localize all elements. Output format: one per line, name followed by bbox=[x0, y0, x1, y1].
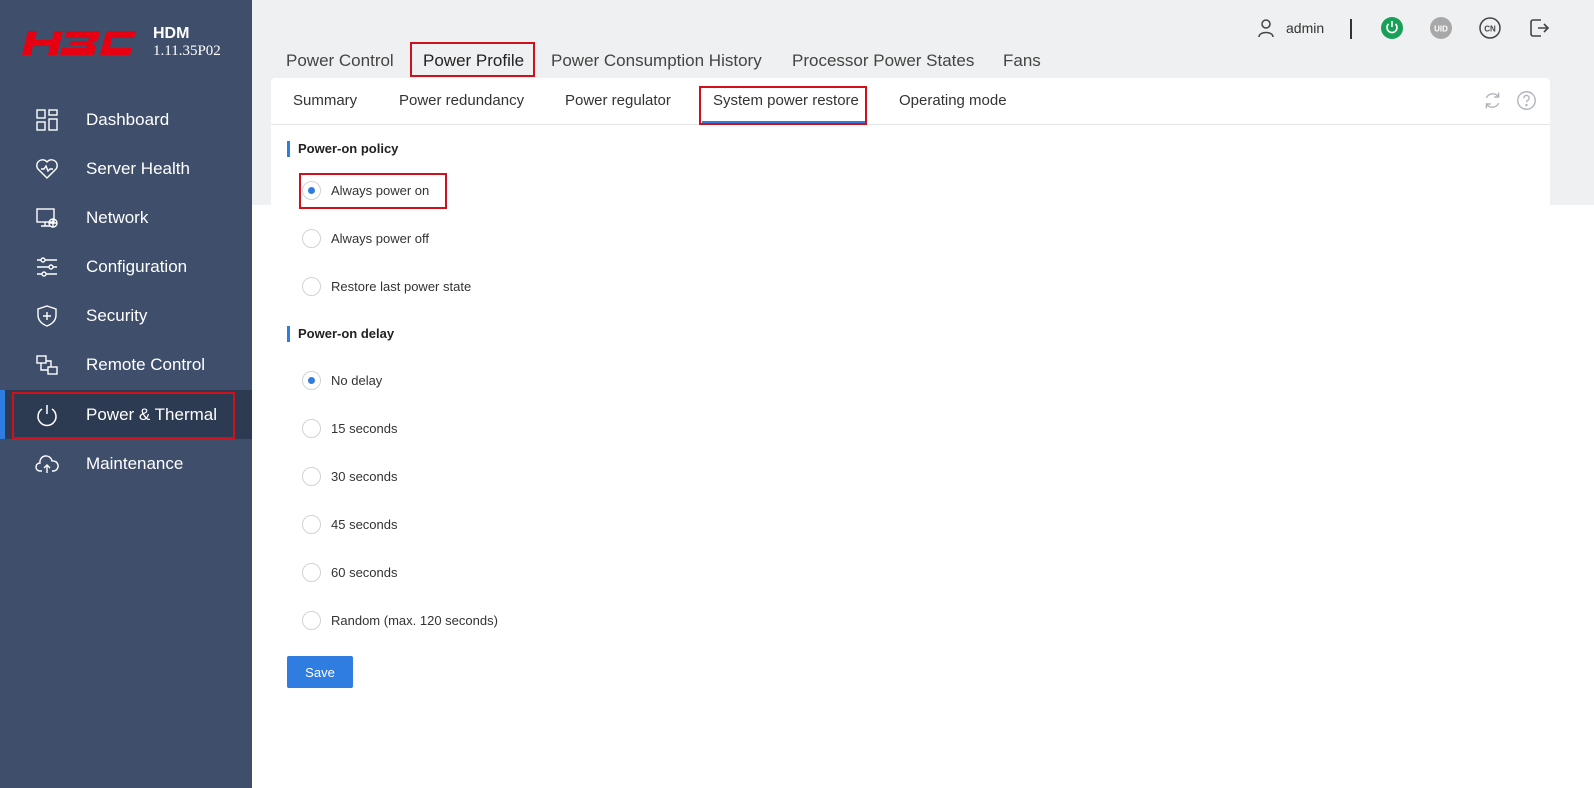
sidebar-item-label: Network bbox=[86, 207, 149, 227]
sidebar-item-configuration[interactable]: Configuration bbox=[0, 242, 252, 291]
radio-button[interactable] bbox=[302, 515, 321, 534]
sidebar: HDM 1.11.35P02 Dashboard Server Health N… bbox=[0, 0, 252, 788]
tab-fans[interactable]: Fans bbox=[1003, 51, 1041, 71]
dashboard-icon bbox=[34, 107, 60, 133]
product-name: HDM bbox=[153, 25, 190, 42]
radio-label: Always power off bbox=[331, 231, 430, 246]
subtab-summary[interactable]: Summary bbox=[293, 92, 357, 109]
tab-power-control[interactable]: Power Control bbox=[286, 51, 394, 71]
sidebar-item-maintenance[interactable]: Maintenance bbox=[0, 439, 252, 488]
highlight-box bbox=[12, 392, 235, 439]
sidebar-item-label: Configuration bbox=[86, 256, 188, 276]
network-icon bbox=[34, 205, 60, 231]
radio-label: 60 seconds bbox=[331, 565, 398, 580]
logout-icon[interactable] bbox=[1527, 16, 1551, 40]
section-title-power-on-policy: Power-on policy bbox=[287, 141, 398, 157]
sidebar-item-label: Server Health bbox=[86, 158, 190, 178]
radio-button[interactable] bbox=[302, 277, 321, 296]
remote-control-icon bbox=[34, 352, 60, 378]
help-icon[interactable] bbox=[1516, 90, 1537, 111]
save-button[interactable]: Save bbox=[287, 656, 353, 688]
radio-always-power-off[interactable]: Always power off bbox=[302, 229, 429, 248]
radio-restore-last-power-state[interactable]: Restore last power state bbox=[302, 277, 471, 296]
heart-icon bbox=[34, 156, 60, 182]
content-card bbox=[271, 78, 1550, 751]
user-icon bbox=[1258, 19, 1274, 38]
tab-power-consumption-history[interactable]: Power Consumption History bbox=[551, 51, 762, 71]
radio-label: No delay bbox=[331, 373, 383, 388]
sidebar-item-security[interactable]: Security bbox=[0, 291, 252, 340]
radio-30-seconds[interactable]: 30 seconds bbox=[302, 467, 398, 486]
uid-icon[interactable]: UID bbox=[1429, 16, 1453, 40]
radio-button[interactable] bbox=[302, 467, 321, 486]
radio-no-delay[interactable]: No delay bbox=[302, 371, 382, 390]
sidebar-item-dashboard[interactable]: Dashboard bbox=[0, 95, 252, 144]
radio-label: 30 seconds bbox=[331, 469, 398, 484]
radio-15-seconds[interactable]: 15 seconds bbox=[302, 419, 398, 438]
logo-area: HDM 1.11.35P02 bbox=[0, 0, 252, 86]
power-status-icon[interactable] bbox=[1380, 16, 1404, 40]
sidebar-item-network[interactable]: Network bbox=[0, 193, 252, 242]
shield-icon bbox=[34, 303, 60, 329]
radio-button[interactable] bbox=[302, 611, 321, 630]
radio-label: 45 seconds bbox=[331, 517, 398, 532]
subtab-power-redundancy[interactable]: Power redundancy bbox=[399, 92, 524, 109]
sidebar-item-label: Security bbox=[86, 305, 148, 325]
subtab-power-regulator[interactable]: Power regulator bbox=[565, 92, 671, 109]
divider bbox=[1350, 19, 1352, 39]
radio-random-max-120-seconds[interactable]: Random (max. 120 seconds) bbox=[302, 611, 498, 630]
tab-processor-power-states[interactable]: Processor Power States bbox=[792, 51, 974, 71]
radio-45-seconds[interactable]: 45 seconds bbox=[302, 515, 398, 534]
radio-button[interactable] bbox=[302, 419, 321, 438]
sidebar-item-label: Maintenance bbox=[86, 453, 184, 473]
refresh-icon[interactable] bbox=[1482, 90, 1503, 111]
radio-button[interactable] bbox=[302, 563, 321, 582]
radio-label: Random (max. 120 seconds) bbox=[331, 613, 498, 628]
highlight-box bbox=[410, 42, 535, 77]
h3c-logo bbox=[22, 31, 136, 55]
sliders-icon bbox=[34, 254, 60, 280]
radio-label: 15 seconds bbox=[331, 421, 398, 436]
sidebar-item-label: Dashboard bbox=[86, 109, 170, 129]
cloud-upload-icon bbox=[34, 451, 60, 477]
svg-text:UID: UID bbox=[1434, 25, 1448, 34]
product-version: 1.11.35P02 bbox=[153, 43, 221, 59]
user-name[interactable]: admin bbox=[1286, 20, 1324, 36]
language-icon[interactable]: CN bbox=[1478, 16, 1502, 40]
section-title-power-on-delay: Power-on delay bbox=[287, 326, 394, 342]
radio-label: Restore last power state bbox=[331, 279, 472, 294]
sidebar-item-server-health[interactable]: Server Health bbox=[0, 144, 252, 193]
sidebar-item-label: Remote Control bbox=[86, 354, 206, 374]
highlight-box bbox=[299, 173, 447, 209]
radio-60-seconds[interactable]: 60 seconds bbox=[302, 563, 398, 582]
sidebar-item-remote-control[interactable]: Remote Control bbox=[0, 340, 252, 389]
highlight-box bbox=[699, 86, 867, 125]
subtabs-divider bbox=[271, 124, 1550, 125]
subtab-operating-mode[interactable]: Operating mode bbox=[899, 92, 1007, 109]
radio-button[interactable] bbox=[302, 371, 321, 390]
svg-text:CN: CN bbox=[1484, 25, 1496, 34]
radio-button[interactable] bbox=[302, 229, 321, 248]
